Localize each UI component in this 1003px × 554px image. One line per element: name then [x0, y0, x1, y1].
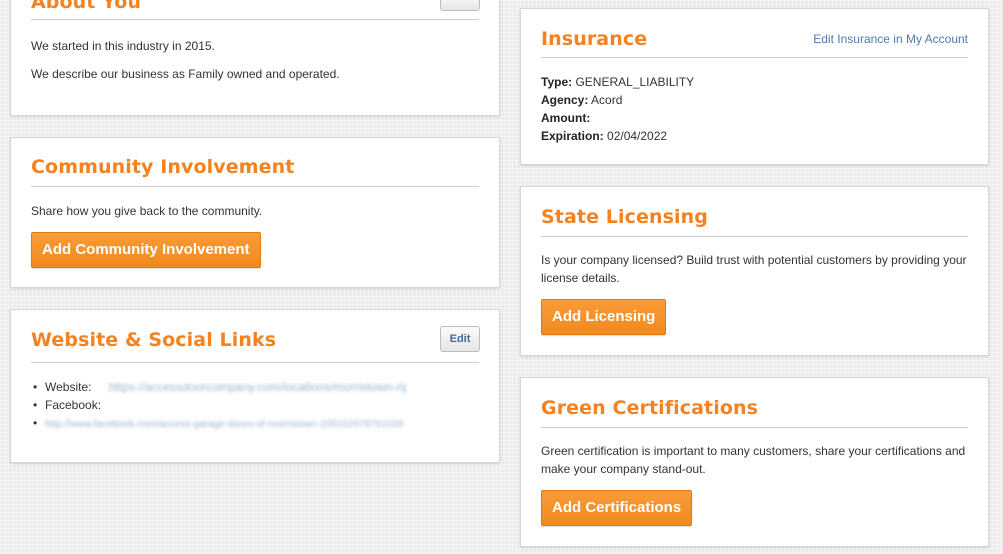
facebook-url-row: http://www.facebook.com/access-garage-do… [31, 414, 406, 434]
website-link-item: Website: https://accessdoorcompany.com/l… [31, 378, 406, 396]
community-description: Share how you give back to the community… [31, 204, 263, 218]
licensing-divider [541, 236, 968, 237]
website-title: Website & Social Links [31, 329, 277, 351]
insurance-expiration-label: Expiration: [541, 129, 604, 143]
state-licensing-card: State Licensing Is your company licensed… [520, 186, 989, 356]
about-you-edit-button[interactable] [440, 0, 480, 11]
website-social-links-card: Website & Social Links Edit Website: htt… [10, 309, 500, 463]
insurance-title: Insurance [541, 28, 648, 50]
insurance-divider [541, 57, 968, 58]
community-title: Community Involvement [31, 156, 295, 178]
website-edit-button[interactable]: Edit [440, 326, 480, 352]
add-certifications-button[interactable]: Add Certifications [541, 490, 693, 526]
community-involvement-card: Community Involvement Share how you give… [10, 137, 500, 288]
insurance-agency-row: Agency: Acord [541, 91, 694, 109]
insurance-type-row: Type: GENERAL_LIABILITY [541, 73, 694, 91]
about-you-title: About You [31, 0, 142, 13]
green-divider [541, 427, 968, 428]
about-you-card: About You We started in this industry in… [10, 0, 500, 116]
about-you-divider [31, 19, 479, 20]
add-community-involvement-button[interactable]: Add Community Involvement [31, 232, 261, 268]
green-description: Green certification is important to many… [541, 444, 966, 476]
website-url[interactable]: https://accessdoorcompany.com/locations/… [109, 380, 406, 394]
insurance-type-value: GENERAL_LIABILITY [575, 75, 695, 89]
licensing-title: State Licensing [541, 206, 708, 228]
insurance-card: Insurance Edit Insurance in My Account T… [520, 8, 989, 165]
add-licensing-button[interactable]: Add Licensing [541, 299, 667, 335]
green-certifications-card: Green Certifications Green certification… [520, 377, 989, 547]
green-title: Green Certifications [541, 397, 759, 419]
insurance-amount-label: Amount: [541, 111, 591, 125]
edit-insurance-link[interactable]: Edit Insurance in My Account [813, 32, 968, 46]
licensing-description: Is your company licensed? Build trust wi… [541, 253, 967, 285]
insurance-agency-value: Acord [591, 93, 623, 107]
facebook-url[interactable]: http://www.facebook.com/access-garage-do… [45, 419, 404, 430]
about-you-line-2: We describe our business as Family owned… [31, 67, 340, 81]
facebook-label: Facebook: [45, 398, 102, 412]
insurance-agency-label: Agency: [541, 93, 589, 107]
facebook-link-item: Facebook: [31, 396, 406, 414]
community-divider [31, 186, 479, 187]
about-you-line-1: We started in this industry in 2015. [31, 39, 215, 53]
website-divider [31, 362, 479, 363]
website-label: Website: [45, 380, 92, 394]
insurance-type-label: Type: [541, 75, 573, 89]
insurance-expiration-row: Expiration: 02/04/2022 [541, 127, 694, 145]
insurance-expiration-value: 02/04/2022 [607, 129, 668, 143]
insurance-details: Type: GENERAL_LIABILITY Agency: Acord Am… [541, 73, 694, 145]
social-links-list: Website: https://accessdoorcompany.com/l… [31, 378, 406, 434]
insurance-amount-row: Amount: [541, 109, 694, 127]
